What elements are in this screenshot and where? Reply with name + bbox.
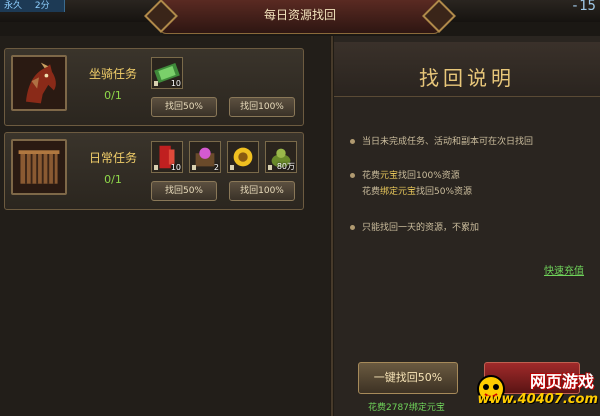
watermark-text: 网页游戏 [529, 372, 594, 391]
status-label: 永久 [4, 1, 23, 11]
reward-qty: 10 [170, 79, 181, 88]
horse-portrait-icon [11, 55, 67, 111]
lock-icon [192, 165, 196, 170]
reward-slot[interactable]: 10 [151, 141, 183, 173]
reward-slot[interactable]: 10 [151, 57, 183, 89]
reward-qty: 2 [213, 163, 219, 172]
bullet-icon [350, 139, 355, 144]
task-progress: 0/1 [104, 173, 122, 186]
recover-100-button[interactable]: 找回100% [229, 181, 295, 201]
info-header: 找回说明 [334, 42, 600, 97]
info-text: 只能找回一天的资源，不累加 [362, 223, 480, 233]
task-panel-daily: 日常任务 0/1 10 2 80万 找回50% 找回100% [4, 132, 304, 210]
info-pane: 找回说明 当日未完成任务、活动和副本可在次日找回 花费元宝找回100%资源 花费… [334, 36, 600, 416]
watermark: 网页游戏 www.40407.com [472, 364, 600, 416]
info-title: 找回说明 [419, 66, 515, 90]
reward-qty: 80万 [276, 162, 295, 171]
reward-slot[interactable]: 80万 [265, 141, 297, 173]
info-text: 找回50%资源 [416, 187, 473, 197]
recover-100-button[interactable]: 找回100% [229, 97, 295, 117]
bullet-icon [350, 225, 355, 230]
bullet-icon [350, 173, 355, 178]
cost-text: 花费2787绑定元宝 [368, 403, 445, 413]
task-title: 坐骑任务 [88, 67, 137, 81]
watermark-url: www.40407.com [477, 392, 599, 407]
info-item: 当日未完成任务、活动和副本可在次日找回 [350, 134, 534, 150]
info-item: 花费元宝找回100%资源 花费绑定元宝找回50%资源 [350, 168, 473, 200]
lock-icon [154, 81, 158, 86]
top-status: 永久 2分 [0, 0, 65, 12]
info-item: 只能找回一天的资源，不累加 [350, 220, 480, 236]
task-title: 日常任务 [88, 151, 137, 165]
info-text: 花费 [362, 187, 381, 197]
window-titlebar: 每日资源找回 [144, 0, 456, 34]
reward-slot[interactable]: 2 [189, 141, 221, 173]
task-progress: 0/1 [104, 89, 122, 102]
recover-50-button[interactable]: 找回50% [151, 181, 217, 201]
info-text: 当日未完成任务、活动和副本可在次日找回 [362, 137, 534, 147]
reward-slot[interactable] [227, 141, 259, 173]
info-highlight: 元宝 [380, 171, 399, 181]
window-title: 每日资源找回 [263, 8, 336, 22]
recharge-link[interactable]: 快速充值 [544, 262, 584, 277]
info-highlight: 绑定元宝 [380, 187, 417, 197]
lock-icon [154, 165, 158, 170]
top-right-value: -15 [570, 0, 596, 14]
lock-icon [268, 165, 272, 170]
task-panel-mount: 坐骑任务 0/1 10 找回50% 找回100% [4, 48, 304, 126]
scroll-portrait-icon [11, 139, 67, 195]
task-list-pane: 坐骑任务 0/1 10 找回50% 找回100% 日常任务 0/1 10 2 8… [0, 36, 330, 416]
reward-qty: 10 [170, 163, 181, 172]
info-text: 花费 [362, 171, 381, 181]
lock-icon [230, 165, 234, 170]
info-text: 找回100%资源 [398, 171, 460, 181]
status-label: 2分 [34, 1, 50, 11]
recover-50-button[interactable]: 找回50% [151, 97, 217, 117]
one-key-recover-button[interactable]: 一键找回50% [358, 362, 458, 394]
